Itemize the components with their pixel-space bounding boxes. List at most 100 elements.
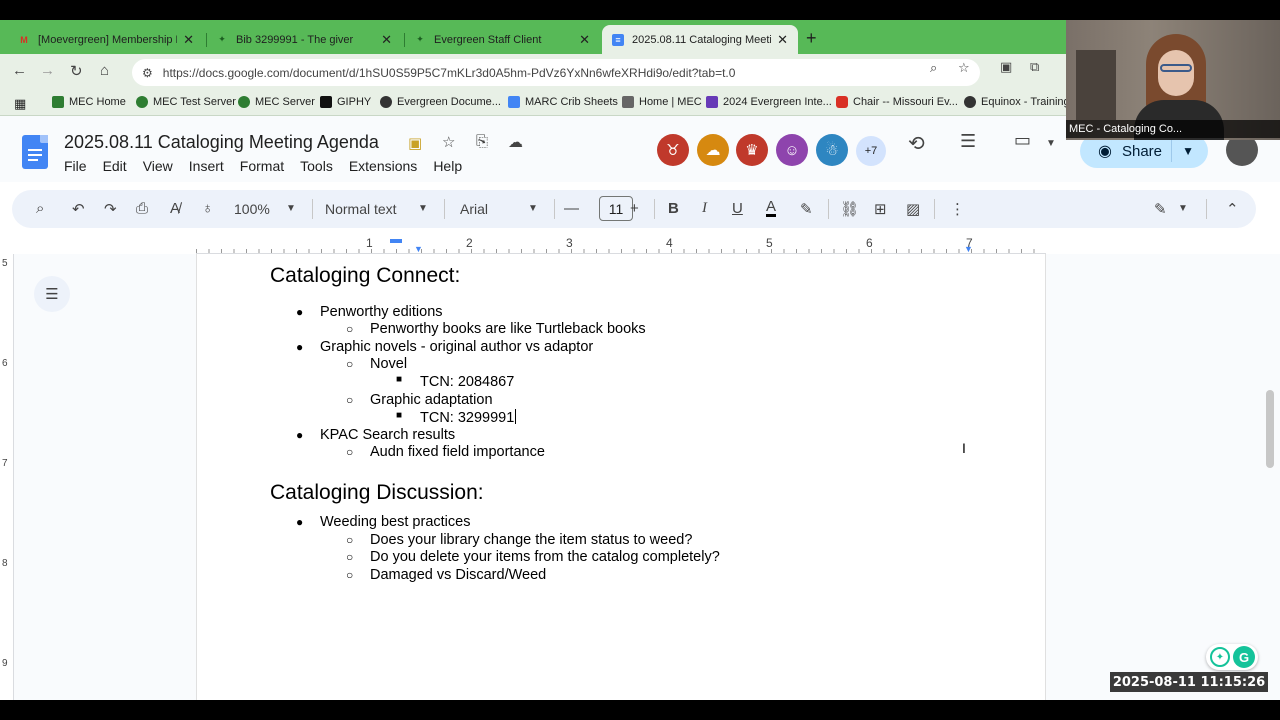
close-icon[interactable]: ✕ xyxy=(579,32,590,48)
chevron-down-icon[interactable]: ▼ xyxy=(286,203,296,214)
more-options-icon[interactable]: ⋮ xyxy=(950,200,965,218)
forward-icon[interactable]: → xyxy=(40,62,55,79)
bookmark-2024-evergreen[interactable]: 2024 Evergreen Inte... xyxy=(706,96,832,108)
bookmark-marc-crib[interactable]: MARC Crib Sheets xyxy=(508,96,618,108)
bookmark-chair-missouri[interactable]: Chair -- Missouri Ev... xyxy=(836,96,958,108)
zoom-select[interactable]: 100% xyxy=(234,201,270,217)
chevron-down-icon[interactable]: ▼ xyxy=(1182,144,1194,158)
site-info-icon[interactable]: ⚙ xyxy=(142,66,153,80)
horizontal-ruler[interactable]: 1 2 3 4 5 6 7 ▼ ▼ xyxy=(196,234,1046,254)
tab-cataloging-meeting[interactable]: ≡ 2025.08.11 Cataloging Meeting ✕ xyxy=(602,25,798,54)
comment-add-icon[interactable]: ⊞ xyxy=(874,200,887,218)
underline-icon[interactable]: U xyxy=(732,200,743,217)
docs-logo-icon[interactable] xyxy=(22,135,48,169)
menu-view[interactable]: View xyxy=(143,158,173,174)
bookmark-mec-test-server[interactable]: MEC Test Server xyxy=(136,96,236,108)
decrease-font-size-icon[interactable]: — xyxy=(564,200,579,217)
grammarly-icon[interactable]: G xyxy=(1233,646,1255,668)
vertical-ruler[interactable]: 5 6 7 8 9 xyxy=(0,254,14,700)
bookmark-mec-home[interactable]: MEC Home xyxy=(52,96,126,108)
tab-bib[interactable]: ✦ Bib 3299991 - The giver ✕ xyxy=(206,25,402,54)
more-collaborators-badge[interactable]: +7 xyxy=(856,136,886,166)
undo-icon[interactable]: ↶ xyxy=(72,200,85,218)
vertical-scrollbar[interactable] xyxy=(1266,390,1274,468)
menu-format[interactable]: Format xyxy=(240,158,284,174)
collaborator-avatar[interactable]: ♛ xyxy=(736,134,768,166)
editing-mode-icon[interactable]: ✎ xyxy=(1154,200,1167,218)
meet-icon[interactable]: ▭ xyxy=(1014,130,1031,151)
left-indent-handle[interactable]: ▼ xyxy=(414,244,423,254)
home-icon[interactable]: ⌂ xyxy=(100,62,109,79)
chevron-down-icon[interactable]: ▼ xyxy=(418,203,428,214)
menu-file[interactable]: File xyxy=(64,158,87,174)
spellcheck-icon[interactable]: A̸ xyxy=(170,200,180,217)
font-size-input[interactable]: 11 xyxy=(599,196,633,221)
bookmark-giphy[interactable]: GIPHY xyxy=(320,96,371,108)
comments-icon[interactable]: ☰ xyxy=(960,131,976,152)
collaborator-avatar[interactable]: ♉ xyxy=(657,134,689,166)
paint-format-icon[interactable]: ♁ xyxy=(202,200,213,217)
apps-icon[interactable]: ▦ xyxy=(14,96,26,112)
collapse-toolbar-icon[interactable]: ⌃ xyxy=(1226,200,1239,218)
right-indent-handle[interactable]: ▼ xyxy=(964,244,973,254)
list-item: TCN: 3299991 xyxy=(420,409,517,426)
puzzle-icon[interactable]: ⧉ xyxy=(1030,59,1039,75)
tab-staff-client[interactable]: ✦ Evergreen Staff Client ✕ xyxy=(404,25,600,54)
print-icon[interactable]: ⎙ xyxy=(136,200,148,217)
document-outline-icon[interactable]: ☰ xyxy=(34,276,70,312)
reload-icon[interactable]: ↻ xyxy=(70,62,83,80)
new-tab-icon[interactable]: + xyxy=(806,28,817,49)
lightbulb-icon[interactable]: ✦ xyxy=(1210,647,1230,667)
close-icon[interactable]: ✕ xyxy=(777,32,788,48)
redo-icon[interactable]: ↷ xyxy=(104,200,117,218)
bold-icon[interactable]: B xyxy=(668,200,679,217)
url-bar[interactable]: ⚙ https://docs.google.com/document/d/1hS… xyxy=(132,59,980,86)
link-icon[interactable]: ⛓ xyxy=(840,200,859,218)
menu-help[interactable]: Help xyxy=(433,158,462,174)
search-menus-icon[interactable]: ⌕ xyxy=(36,200,44,217)
extension-icon[interactable]: ▣ xyxy=(1000,59,1012,75)
chevron-down-icon[interactable]: ▼ xyxy=(528,203,538,214)
bookmark-evergreen-docs[interactable]: Evergreen Docume... xyxy=(380,96,501,108)
tab-membership[interactable]: M [Moevergreen] Membership Me ✕ xyxy=(8,25,204,54)
shortcut-icon[interactable]: ▣ xyxy=(408,134,422,152)
first-line-indent-handle[interactable] xyxy=(390,239,402,243)
close-icon[interactable]: ✕ xyxy=(381,32,392,48)
menu-tools[interactable]: Tools xyxy=(300,158,333,174)
bullet: ○ xyxy=(346,550,354,564)
image-icon[interactable]: ▨ xyxy=(906,200,920,218)
collaborator-avatar[interactable]: ☁ xyxy=(697,134,729,166)
collaborator-avatar[interactable]: ☃ xyxy=(816,134,848,166)
bullet: ○ xyxy=(346,445,354,459)
globe-icon: ◉ xyxy=(1098,143,1112,160)
move-folder-icon[interactable]: ⎘ xyxy=(476,133,488,150)
star-icon[interactable]: ☆ xyxy=(442,133,455,151)
bookmark-star-icon[interactable]: ☆ xyxy=(958,60,970,76)
bookmark-equinox[interactable]: Equinox - Training F xyxy=(964,96,1079,108)
formatting-toolbar: ⌕ ↶ ↷ ⎙ A̸ ♁ 100% ▼ Normal text ▼ Arial … xyxy=(12,190,1256,228)
menu-extensions[interactable]: Extensions xyxy=(349,158,417,174)
style-select[interactable]: Normal text xyxy=(325,201,397,217)
bookmark-mec-server[interactable]: MEC Server xyxy=(238,96,315,108)
version-history-icon[interactable]: ⟲ xyxy=(908,131,925,156)
back-icon[interactable]: ← xyxy=(12,62,27,79)
chevron-down-icon[interactable]: ▼ xyxy=(1178,203,1188,214)
italic-icon[interactable]: I xyxy=(702,200,707,217)
document-title[interactable]: 2025.08.11 Cataloging Meeting Agenda xyxy=(64,132,379,153)
bookmark-icon xyxy=(320,96,332,108)
grammarly-widget[interactable]: ✦ G xyxy=(1206,644,1258,670)
chevron-down-icon[interactable]: ▼ xyxy=(1046,138,1056,149)
text-color-icon[interactable]: A xyxy=(766,199,777,217)
menu-edit[interactable]: Edit xyxy=(103,158,127,174)
menu-insert[interactable]: Insert xyxy=(189,158,224,174)
zoom-icon[interactable]: ⌕ xyxy=(930,60,937,76)
font-select[interactable]: Arial xyxy=(460,201,488,217)
collaborator-avatar[interactable]: ☺ xyxy=(776,134,808,166)
cloud-status-icon[interactable]: ☁ xyxy=(508,133,523,151)
highlight-icon[interactable]: ✎ xyxy=(800,200,813,218)
close-icon[interactable]: ✕ xyxy=(183,32,194,48)
bookmark-home-mec[interactable]: Home | MEC xyxy=(622,96,702,108)
bullet: ● xyxy=(296,515,304,529)
list-item: TCN: 2084867 xyxy=(420,374,515,390)
increase-font-size-icon[interactable]: + xyxy=(630,200,639,217)
